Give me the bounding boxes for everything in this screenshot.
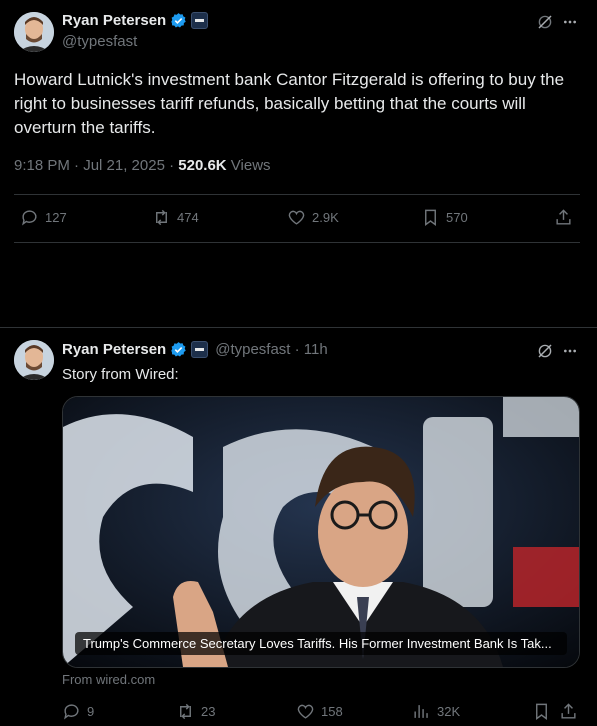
retweet-button[interactable]: 23: [176, 702, 215, 721]
views-label: Views: [226, 157, 271, 174]
like-count: 158: [321, 704, 343, 719]
share-icon: [556, 209, 571, 225]
like-button[interactable]: 2.9K: [287, 208, 339, 227]
author-handle[interactable]: @typesfast: [62, 33, 137, 50]
views-count: 520.6K: [178, 157, 227, 174]
verified-icon: [171, 13, 186, 28]
author-row: Ryan Petersen: [62, 12, 209, 29]
bookmark-icon: [536, 703, 547, 721]
share-button[interactable]: [559, 702, 578, 721]
author-name[interactable]: Ryan Petersen: [62, 341, 166, 358]
reply-button[interactable]: 127: [20, 208, 67, 227]
action-bar: 9 23 158 32K: [62, 702, 578, 722]
verified-icon: [171, 342, 186, 357]
reply-icon: [22, 210, 37, 226]
divider: [14, 242, 580, 243]
bookmark-button[interactable]: 570: [421, 208, 468, 227]
avatar[interactable]: [14, 12, 54, 52]
tweet-text: Howard Lutnick's investment bank Cantor …: [14, 70, 565, 137]
handle-time[interactable]: @typesfast · 11h: [215, 341, 328, 358]
like-count: 2.9K: [312, 210, 339, 225]
share-button[interactable]: [554, 208, 573, 227]
retweet-button[interactable]: 474: [152, 208, 199, 227]
retweet-icon: [180, 703, 191, 720]
timestamp[interactable]: 9:18 PM · Jul 21, 2025 ·: [14, 157, 178, 174]
bookmark-count: 570: [446, 210, 468, 225]
card-caption: Trump's Commerce Secretary Loves Tariffs…: [75, 632, 567, 655]
card-image: Trump's Commerce Secretary Loves Tariffs…: [63, 397, 579, 667]
grok-icon[interactable]: [536, 342, 554, 360]
more-icon[interactable]: [562, 14, 578, 30]
views-count: 32K: [437, 704, 461, 719]
link-card[interactable]: Trump's Commerce Secretary Loves Tariffs…: [62, 396, 580, 668]
reply-icon: [64, 704, 79, 720]
views-icon: [414, 705, 428, 718]
like-icon: [288, 210, 305, 225]
grok-icon[interactable]: [536, 13, 554, 31]
like-icon: [297, 704, 314, 719]
tweet-meta: 9:18 PM · Jul 21, 2025 · 520.6K Views: [14, 157, 271, 174]
avatar[interactable]: [14, 340, 54, 380]
bookmark-button[interactable]: [532, 702, 551, 721]
retweet-count: 474: [177, 210, 199, 225]
reply-count: 9: [87, 704, 95, 719]
share-icon: [561, 703, 576, 719]
views-button[interactable]: 32K: [412, 702, 460, 721]
action-bar: 127 474 2.9K 570: [20, 208, 576, 230]
bookmark-icon: [425, 209, 436, 227]
card-photo: [63, 397, 579, 667]
card-source[interactable]: From wired.com: [62, 672, 155, 687]
author-row: Ryan Petersen @typesfast · 11h: [62, 341, 328, 358]
author-name[interactable]: Ryan Petersen: [62, 12, 166, 29]
section-divider: [0, 327, 597, 328]
more-icon[interactable]: [562, 343, 578, 359]
like-button[interactable]: 158: [296, 702, 343, 721]
avatar-photo: [14, 340, 54, 380]
retweet-count: 23: [201, 704, 216, 719]
reply-button[interactable]: 9: [62, 702, 94, 721]
retweet-icon: [156, 209, 167, 226]
divider: [14, 194, 580, 195]
affiliate-badge-icon: [191, 341, 209, 358]
affiliate-badge-icon: [191, 12, 209, 29]
tweet-text: Story from Wired:: [62, 366, 179, 383]
avatar-photo: [14, 12, 54, 52]
reply-count: 127: [45, 210, 67, 225]
